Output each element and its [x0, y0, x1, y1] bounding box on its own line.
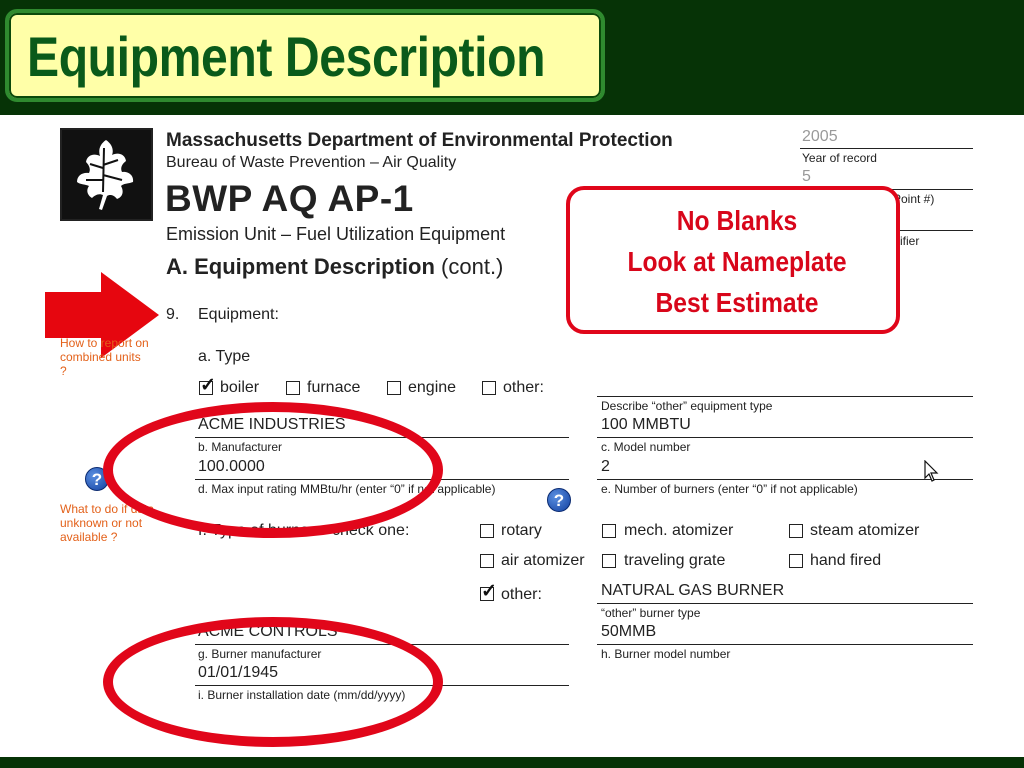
type-engine-checkbox[interactable] — [387, 381, 401, 395]
year-label: Year of record — [802, 151, 877, 165]
oak-leaf-logo-icon — [62, 130, 151, 219]
type-furnace-checkbox[interactable] — [286, 381, 300, 395]
identifier-label: ifier — [900, 234, 920, 248]
other-type-rule — [597, 396, 973, 397]
burner-model-field[interactable]: 50MMB — [601, 623, 656, 641]
slide-title: Equipment Description — [27, 25, 546, 88]
other-burner-field[interactable]: NATURAL GAS BURNER — [601, 582, 784, 600]
form-agency: Massachusetts Department of Environmenta… — [166, 130, 673, 151]
burners-count-field[interactable]: 2 — [601, 458, 610, 476]
burner-other-checkbox[interactable]: ✓ — [480, 582, 497, 601]
burner-mech-atomizer-checkbox[interactable] — [602, 524, 616, 538]
help-question-icon[interactable]: ? — [547, 488, 571, 512]
burner-rotary-checkbox[interactable] — [480, 524, 494, 538]
burner-steam-atomizer-checkbox[interactable] — [789, 524, 803, 538]
section-heading-bold: A. Equipment Description — [166, 254, 435, 279]
burner-steam-atomizer-label: steam atomizer — [810, 522, 920, 539]
burners-count-label: e. Number of burners (enter “0” if not a… — [601, 482, 858, 496]
type-label: a. Type — [198, 348, 251, 365]
footer-band — [0, 757, 1024, 768]
form-bureau: Bureau of Waste Prevention – Air Quality — [166, 154, 457, 171]
section-heading-rest: (cont.) — [434, 254, 504, 279]
burner-hand-fired-label: hand fired — [810, 552, 882, 569]
callout-line-3: Best Estimate — [655, 287, 819, 318]
burner-other-label: other: — [501, 586, 542, 603]
burner-model-rule — [597, 644, 973, 645]
type-boiler-label: boiler — [220, 379, 260, 396]
question-number: 9. — [166, 306, 180, 323]
burner-mech-atomizer-label: mech. atomizer — [624, 522, 734, 539]
section-heading: A. Equipment Description (cont.) — [166, 254, 503, 280]
highlight-ring-burner — [103, 617, 443, 747]
burner-model-label: h. Burner model number — [601, 647, 731, 661]
type-boiler-checkbox[interactable]: ✓ — [199, 376, 216, 395]
type-other-label: other: — [503, 379, 544, 396]
burner-rotary-label: rotary — [501, 522, 542, 539]
burner-air-atomizer-checkbox[interactable] — [480, 554, 494, 568]
form-subtitle: Emission Unit – Fuel Utilization Equipme… — [166, 224, 506, 244]
massdep-logo — [60, 128, 153, 221]
callout-box: No Blanks Look at Nameplate Best Estimat… — [566, 186, 900, 334]
mouse-cursor-icon — [924, 460, 939, 482]
other-burner-label: “other” burner type — [601, 606, 701, 620]
year-value[interactable]: 2005 — [802, 128, 838, 146]
check-mark-icon: ✓ — [200, 375, 216, 396]
model-number-rule — [597, 437, 973, 438]
model-number-field[interactable]: 100 MMBTU — [601, 416, 691, 434]
type-furnace-label: furnace — [307, 379, 361, 396]
side-note-combined-units[interactable]: How to report on combined units ? — [60, 336, 150, 378]
year-rule — [800, 148, 973, 149]
burner-hand-fired-checkbox[interactable] — [789, 554, 803, 568]
highlight-ring-manufacturer — [103, 402, 443, 538]
callout-line-1: No Blanks — [676, 205, 798, 236]
type-other-checkbox[interactable] — [482, 381, 496, 395]
burner-traveling-grate-checkbox[interactable] — [602, 554, 616, 568]
other-burner-rule — [597, 603, 973, 604]
form-code: BWP AQ AP-1 — [165, 178, 414, 219]
other-type-label: Describe “other” equipment type — [601, 399, 773, 413]
burners-count-rule — [597, 479, 973, 480]
question-label: Equipment: — [198, 306, 279, 323]
burner-air-atomizer-label: air atomizer — [501, 552, 585, 569]
type-engine-label: engine — [408, 379, 457, 396]
model-number-label: c. Model number — [601, 440, 691, 454]
burner-traveling-grate-label: traveling grate — [624, 552, 726, 569]
check-mark-icon: ✓ — [481, 581, 497, 602]
callout-line-2: Look at Nameplate — [627, 246, 847, 277]
point-value[interactable]: 5 — [802, 168, 811, 186]
